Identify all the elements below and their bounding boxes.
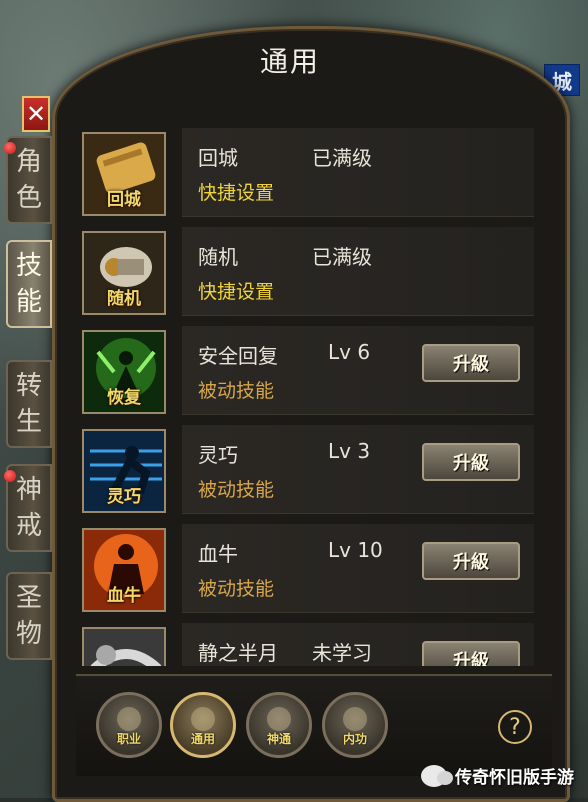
category-button-0[interactable]: 职业 — [96, 692, 162, 758]
side-tab-1[interactable]: 技能 — [6, 240, 52, 328]
skill-row[interactable]: 血牛 血牛 Lv 10 被动技能 升級 — [76, 524, 534, 616]
side-tab-2[interactable]: 转生 — [6, 360, 52, 448]
side-tab-char: 色 — [15, 183, 42, 213]
skill-info: 安全回复 Lv 6 被动技能 升級 — [182, 326, 534, 415]
notification-dot — [4, 470, 16, 482]
category-label: 职业 — [116, 732, 141, 746]
skill-name: 回城 — [198, 146, 238, 170]
side-tab-char: 戒 — [15, 511, 42, 541]
skill-row[interactable]: 随机R随机已满级快捷设置 — [76, 227, 534, 319]
skill-info: 静之半月 未学习 升級 — [182, 623, 534, 666]
category-button-2[interactable]: 神通 — [246, 692, 312, 758]
skill-name: 血牛 — [198, 542, 238, 566]
recovery-icon[interactable]: 恢复 — [82, 330, 166, 414]
side-tab-char: 生 — [15, 407, 42, 437]
skill-level: Lv 3 — [328, 439, 371, 463]
agility-icon[interactable]: 灵巧 — [82, 429, 166, 513]
side-tab-char: 角 — [15, 147, 42, 177]
side-tab-4[interactable]: 圣物 — [6, 572, 52, 660]
skill-name: 灵巧 — [198, 443, 238, 467]
skill-level: Lv 6 — [328, 340, 371, 364]
passive-skill-label: 被动技能 — [198, 380, 275, 402]
skill-name: 安全回复 — [198, 344, 278, 368]
upgrade-button[interactable]: 升級 — [422, 542, 520, 580]
skill-icon-caption: 恢复 — [107, 388, 141, 408]
bull-blood-icon[interactable]: 血牛 — [82, 528, 166, 612]
half-moon-icon[interactable] — [82, 627, 166, 666]
category-button-3[interactable]: 内功 — [322, 692, 388, 758]
skill-row[interactable]: 恢复 安全回复 Lv 6 被动技能 升級 — [76, 326, 534, 418]
skill-icon-caption: 随机 — [107, 289, 141, 309]
upgrade-button[interactable]: 升級 — [422, 641, 520, 666]
side-tab-char: 能 — [15, 287, 42, 317]
category-label: 内功 — [342, 732, 367, 746]
notification-dot — [4, 142, 16, 154]
skill-level: 未学习 — [312, 641, 372, 665]
skill-info: 随机 已满级快捷设置 — [182, 227, 534, 316]
close-icon: ✕ — [25, 100, 47, 128]
side-tab-char: 圣 — [15, 583, 42, 613]
upgrade-button[interactable]: 升級 — [422, 443, 520, 481]
panel-title: 通用 — [259, 45, 320, 78]
skill-icon-art — [84, 629, 164, 666]
meditating-figure-icon — [267, 707, 291, 731]
skill-row[interactable]: 回城T回城已满级快捷设置 — [76, 128, 534, 220]
wechat-logo-icon — [421, 764, 453, 787]
category-bar: ? 职业 通用 神通 内功 — [76, 674, 552, 776]
category-label: 神通 — [266, 732, 291, 746]
quick-setting-link[interactable]: 快捷设置 — [198, 277, 274, 304]
random-scroll-icon[interactable]: 随机R — [82, 231, 166, 315]
return-scroll-icon[interactable]: 回城T — [82, 132, 166, 216]
skill-name: 随机 — [198, 245, 238, 269]
title-bar: 通用 — [120, 30, 460, 90]
skill-info: 回城 已满级快捷设置 — [182, 128, 534, 217]
passive-skill-label: 被动技能 — [198, 479, 275, 501]
skill-row[interactable]: 静之半月 未学习 升級 — [76, 623, 534, 666]
upgrade-button[interactable]: 升級 — [422, 344, 520, 382]
skill-row[interactable]: 灵巧 灵巧 Lv 3 被动技能 升級 — [76, 425, 534, 517]
skill-icon-caption: 灵巧 — [107, 487, 141, 507]
passive-skill-label: 被动技能 — [198, 578, 275, 600]
side-tab-char: 转 — [15, 371, 42, 401]
skill-info: 灵巧 Lv 3 被动技能 升級 — [182, 425, 534, 514]
side-tab-char: 技 — [15, 251, 42, 281]
close-button[interactable]: ✕ — [22, 96, 50, 132]
quick-setting-link[interactable]: 快捷设置 — [198, 178, 274, 205]
watermark-text: 传奇怀旧版手游 — [455, 768, 574, 788]
side-tab-char: 物 — [15, 619, 42, 649]
help-button[interactable]: ? — [498, 710, 532, 744]
question-mark-icon: ? — [509, 714, 521, 740]
emblem-icon — [343, 707, 367, 731]
crossed-swords-icon — [117, 707, 141, 731]
skill-icon-caption: 回城 — [107, 190, 141, 210]
skill-level: Lv 10 — [328, 538, 383, 562]
sword-icon — [191, 707, 215, 731]
side-tab-char: 神 — [15, 475, 42, 505]
skill-level: 已满级 — [312, 146, 372, 170]
category-button-1[interactable]: 通用 — [170, 692, 236, 758]
skill-name: 静之半月 — [198, 641, 278, 665]
skill-list[interactable]: 回城T回城已满级快捷设置随机R随机已满级快捷设置恢复安全回复Lv 6被动技能升級… — [76, 128, 534, 666]
watermark: 传奇怀旧版手游 — [421, 763, 574, 788]
skill-level: 已满级 — [312, 245, 372, 269]
category-label: 通用 — [190, 732, 215, 746]
skill-icon-caption: 血牛 — [107, 586, 141, 606]
skill-info: 血牛 Lv 10 被动技能 升級 — [182, 524, 534, 613]
